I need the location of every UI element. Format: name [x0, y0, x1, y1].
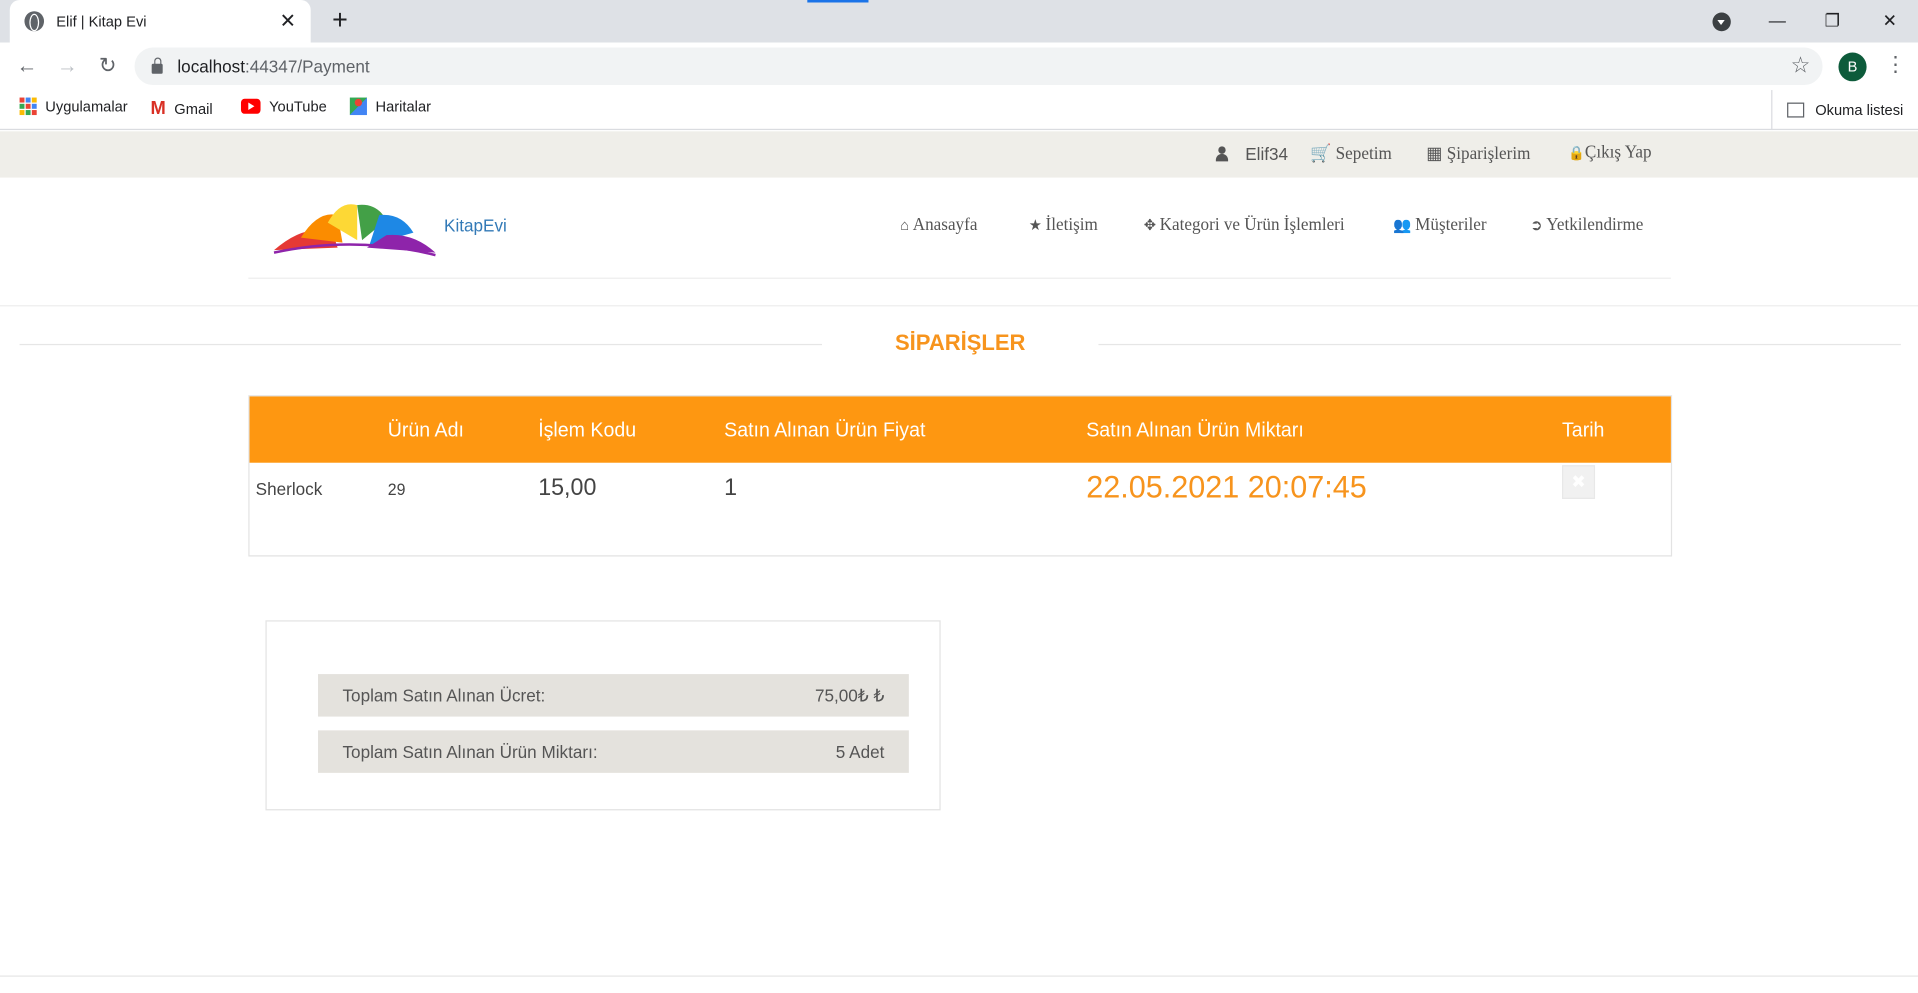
- reading-list-button[interactable]: Okuma listesi: [1771, 90, 1904, 131]
- bookmark-gmail[interactable]: M Gmail: [150, 98, 212, 119]
- column-header: Satın Alınan Ürün Miktarı: [1086, 420, 1304, 442]
- reading-list-label: Okuma listesi: [1815, 101, 1904, 119]
- table-header: Ürün Adı İşlem Kodu Satın Alınan Ürün Fi…: [249, 396, 1671, 463]
- cell-price: 15,00: [538, 475, 597, 502]
- cart-icon: 🛒: [1310, 145, 1332, 164]
- title-line-right: [1098, 343, 1901, 346]
- reading-list-icon: [1787, 102, 1805, 118]
- lock-icon: [151, 57, 163, 74]
- site-logo[interactable]: [269, 198, 440, 261]
- bookmark-label: Haritalar: [375, 97, 432, 116]
- title-line-left: [19, 343, 822, 346]
- bookmark-label: Uygulamalar: [45, 97, 128, 116]
- cell-code: 29: [387, 480, 406, 499]
- back-icon[interactable]: ←: [13, 53, 40, 81]
- nav-label: İletişim: [1045, 216, 1098, 236]
- nav-customers[interactable]: 👥 Müşteriler: [1393, 216, 1486, 236]
- order-summary: Toplam Satın Alınan Ücret: 75,00₺ ₺ Topl…: [265, 620, 941, 811]
- bookmark-apps[interactable]: Uygulamalar: [19, 97, 128, 116]
- browser-tab[interactable]: Elif | Kitap Evi ✕: [9, 0, 311, 43]
- username: Elif34: [1245, 143, 1289, 164]
- my-orders-link[interactable]: ▦ Şiparişlerim: [1426, 144, 1530, 165]
- bookmark-label: YouTube: [269, 97, 327, 116]
- cell-quantity: 1: [724, 475, 738, 502]
- new-tab-button[interactable]: +: [325, 4, 354, 35]
- nav-label: Kategori ve Ürün İşlemleri: [1159, 216, 1345, 236]
- delete-button[interactable]: ✖: [1562, 465, 1596, 499]
- close-icon: ✖: [1571, 471, 1586, 492]
- browser-tabstrip: Elif | Kitap Evi ✕ + — ❐ ✕: [0, 0, 1918, 43]
- brand-link[interactable]: KitapEvi: [444, 215, 507, 235]
- gmail-icon: M: [150, 97, 166, 119]
- table-icon: ▦: [1426, 145, 1443, 164]
- column-header: Ürün Adı: [387, 420, 464, 442]
- orders-table: Ürün Adı İşlem Kodu Satın Alınan Ürün Fi…: [248, 395, 1673, 557]
- home-icon: ⌂: [900, 216, 910, 234]
- circle-arrow-icon: ➲: [1530, 216, 1543, 234]
- summary-total-quantity: Toplam Satın Alınan Ürün Miktarı: 5 Adet: [318, 730, 909, 773]
- crosshair-icon: ✥: [1143, 216, 1157, 234]
- apps-grid-icon: [19, 97, 37, 116]
- nav-label: Anasayfa: [912, 216, 978, 236]
- bookmark-maps[interactable]: Haritalar: [349, 97, 432, 116]
- address-bar[interactable]: localhost:44347/Payment ☆: [134, 47, 1823, 86]
- loading-indicator: [807, 0, 869, 3]
- nav-authorization[interactable]: ➲ Yetkilendirme: [1530, 216, 1643, 236]
- cell-product: Sherlock: [255, 478, 323, 499]
- globe-icon: [24, 11, 45, 32]
- total-quantity-value: 5 Adet: [835, 741, 885, 762]
- minimize-button[interactable]: —: [1765, 8, 1789, 33]
- nav-label: Müşteriler: [1415, 216, 1487, 236]
- forward-icon[interactable]: →: [54, 53, 81, 81]
- column-header: Tarih: [1562, 420, 1605, 442]
- column-header: Satın Alınan Ürün Fiyat: [724, 420, 926, 442]
- reload-icon[interactable]: ↻: [94, 53, 121, 81]
- user-link[interactable]: Elif34: [1215, 143, 1289, 167]
- page-title: SİPARİŞLER: [894, 330, 1026, 356]
- header-divider-full: [0, 305, 1918, 307]
- bookmark-label: Gmail: [174, 99, 213, 117]
- browser-toolbar: ← → ↻ localhost:44347/Payment ☆ B ⋮: [0, 42, 1918, 91]
- my-orders-label: Şiparişlerim: [1446, 145, 1531, 164]
- tab-close-icon[interactable]: ✕: [280, 9, 296, 34]
- tab-title: Elif | Kitap Evi: [56, 12, 147, 31]
- nav-label: Yetkilendirme: [1546, 216, 1644, 236]
- logout-link[interactable]: 🔒Çıkış Yap: [1568, 144, 1651, 164]
- users-icon: 👥: [1393, 216, 1412, 234]
- bookmark-youtube[interactable]: YouTube: [240, 97, 327, 116]
- star-icon: ★: [1028, 216, 1042, 234]
- nav-category-product[interactable]: ✥ Kategori ve Ürün İşlemleri: [1144, 216, 1345, 236]
- bookmark-star-icon[interactable]: ☆: [1791, 53, 1811, 79]
- profile-avatar[interactable]: B: [1838, 52, 1867, 82]
- nav-contact[interactable]: ★ İletişim: [1029, 216, 1098, 236]
- logout-label: Çıkış Yap: [1584, 143, 1652, 163]
- total-price-label: Toplam Satın Alınan Ücret:: [342, 685, 546, 706]
- maps-icon: [349, 97, 367, 116]
- url-host: localhost: [177, 56, 245, 77]
- summary-total-price: Toplam Satın Alınan Ücret: 75,00₺ ₺: [318, 674, 909, 717]
- header-divider: [248, 277, 1671, 279]
- url-path: :44347/Payment: [244, 56, 370, 77]
- tab-search-icon[interactable]: [1712, 12, 1731, 32]
- column-header: İşlem Kodu: [538, 420, 637, 442]
- total-price-value: 75,00₺ ₺: [814, 685, 885, 706]
- cart-label: Sepetim: [1335, 145, 1392, 164]
- nav-home[interactable]: ⌂ Anasayfa: [900, 216, 977, 236]
- restore-button[interactable]: ❐: [1820, 8, 1844, 33]
- bookmarks-bar: Uygulamalar M Gmail YouTube Haritalar: [0, 90, 1918, 131]
- lock-small-icon: 🔒: [1568, 146, 1585, 162]
- user-icon: [1215, 146, 1229, 162]
- site-topbar: Elif34 🛒 Sepetim ▦ Şiparişlerim 🔒Çıkış Y…: [0, 131, 1918, 178]
- total-quantity-label: Toplam Satın Alınan Ürün Miktarı:: [342, 741, 598, 762]
- browser-menu-icon[interactable]: ⋮: [1885, 53, 1906, 78]
- close-window-button[interactable]: ✕: [1878, 8, 1902, 33]
- cell-date: 22.05.2021 20:07:45: [1086, 470, 1367, 506]
- footer-divider: [0, 975, 1918, 977]
- cart-link[interactable]: 🛒 Sepetim: [1310, 144, 1392, 165]
- youtube-icon: [240, 98, 261, 114]
